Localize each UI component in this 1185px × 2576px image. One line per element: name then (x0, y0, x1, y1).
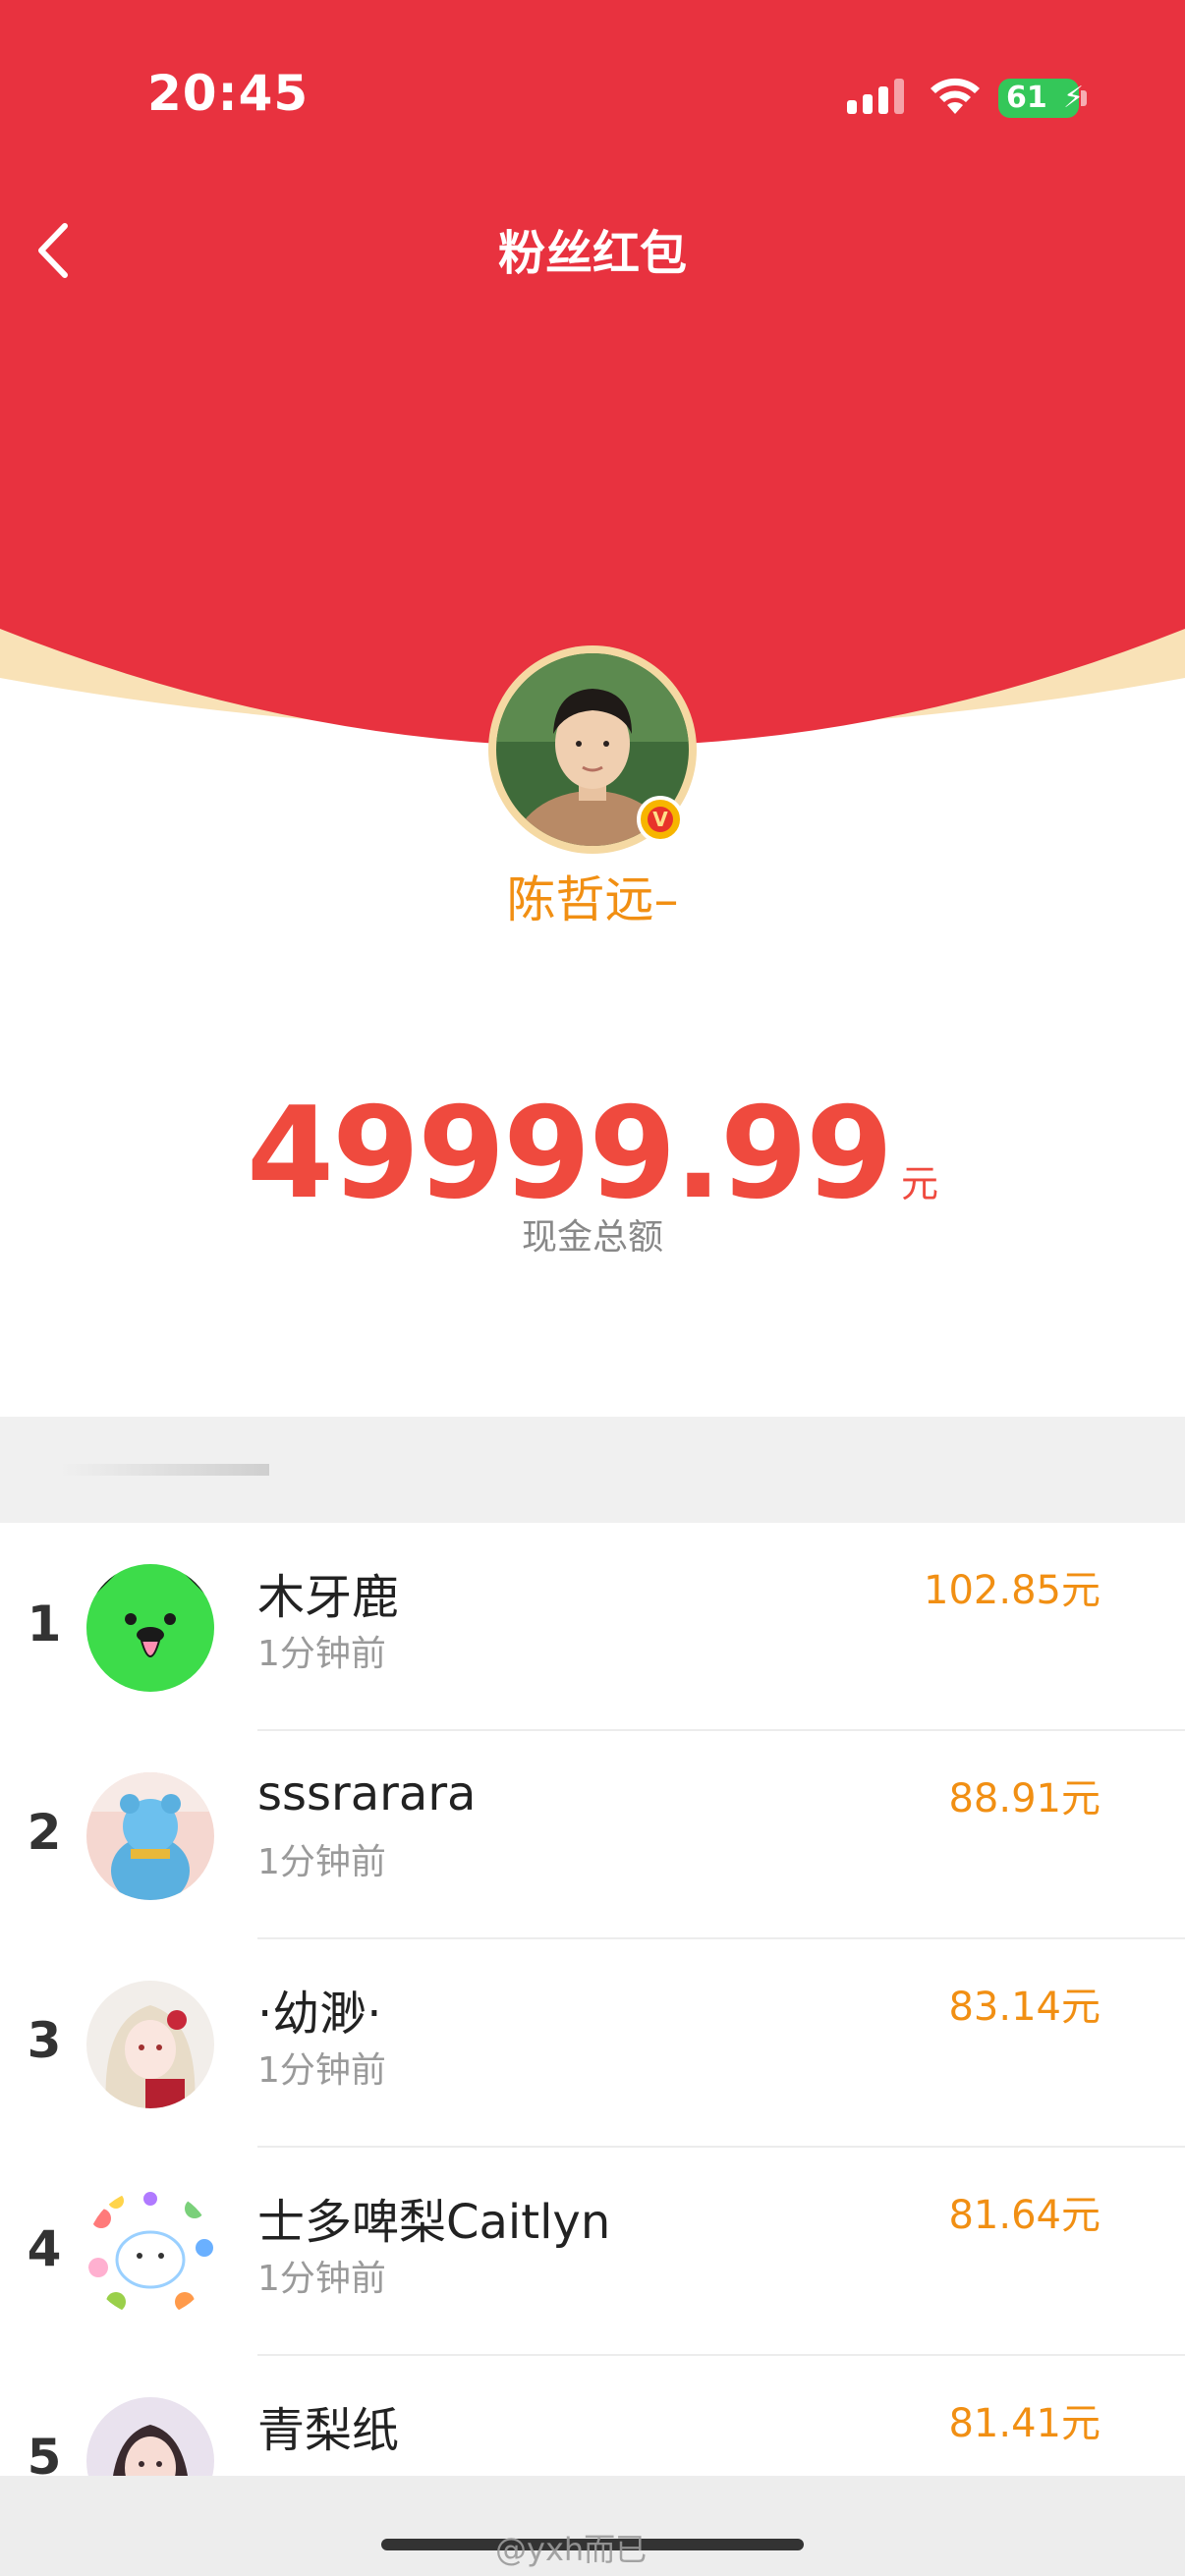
status-bar: 20:45 61 ⚡ (0, 0, 1185, 196)
recipient-name: ·幼渺· (257, 1987, 382, 2042)
wifi-icon (931, 78, 980, 114)
verified-v-icon: V (648, 807, 673, 832)
avatar-image (86, 1772, 214, 1900)
battery-level: 61 (1006, 81, 1047, 115)
anime-girl-avatar-icon[interactable] (86, 1981, 214, 2108)
recipient-name: 士多啤梨Caitlyn (257, 2195, 611, 2250)
avatar-image (86, 1564, 214, 1692)
recipient-name: 木牙鹿 (257, 1570, 400, 1625)
received-amount: 88.91元 (948, 1776, 1100, 1821)
total-currency: 元 (901, 1162, 939, 1205)
charging-bolt-icon: ⚡ (1063, 81, 1085, 115)
received-time: 1分钟前 (257, 1842, 386, 1882)
received-time: 1分钟前 (257, 1634, 386, 1674)
total-amount: 49999.99 (246, 1081, 893, 1227)
rank-number: 4 (27, 2220, 62, 2277)
list-item[interactable]: 4 士多啤梨Caitlyn 1分钟前 81.64元 (0, 2148, 1185, 2356)
recipient-name: 青梨纸 (257, 2403, 400, 2458)
cellular-signal-icon (847, 79, 904, 114)
page-title: 粉丝红包 (497, 226, 687, 281)
rank-number: 3 (27, 2012, 62, 2069)
green-cartoon-avatar-icon[interactable] (86, 1564, 214, 1692)
received-amount: 102.85元 (924, 1568, 1100, 1613)
list-item[interactable]: 2 sssrarara 1分钟前 88.91元 (0, 1731, 1185, 1939)
avatar-image (86, 1981, 214, 2108)
received-amount: 83.14元 (948, 1985, 1100, 2030)
list-item[interactable]: 3 ·幼渺· 1分钟前 83.14元 (0, 1939, 1185, 2148)
sender-name: 陈哲远– (506, 871, 679, 928)
rank-number: 1 (27, 1596, 62, 1652)
blue-bear-avatar-icon[interactable] (86, 1772, 214, 1900)
received-amount: 81.41元 (948, 2401, 1100, 2446)
section-header-placeholder (59, 1464, 269, 1476)
recipient-name: sssrarara (257, 1766, 477, 1821)
list-item[interactable]: 1 木牙鹿 1分钟前 102.85元 (0, 1523, 1185, 1731)
received-amount: 81.64元 (948, 2193, 1100, 2238)
verified-badge: V (637, 796, 684, 843)
battery-indicator: 61 ⚡ (998, 79, 1085, 118)
battery-cap (1081, 90, 1087, 106)
received-time: 1分钟前 (257, 2259, 386, 2299)
total-amount-row: 49999.99 元 (0, 1081, 1185, 1227)
rank-number: 2 (27, 1804, 62, 1861)
avatar-image (86, 2189, 214, 2317)
received-time: 1分钟前 (257, 2050, 386, 2091)
status-time: 20:45 (147, 65, 310, 122)
total-amount-label: 现金总额 (521, 1217, 663, 1258)
colorful-rabbit-avatar-icon[interactable] (86, 2189, 214, 2317)
watermark: @yxh而已 (495, 2531, 648, 2568)
